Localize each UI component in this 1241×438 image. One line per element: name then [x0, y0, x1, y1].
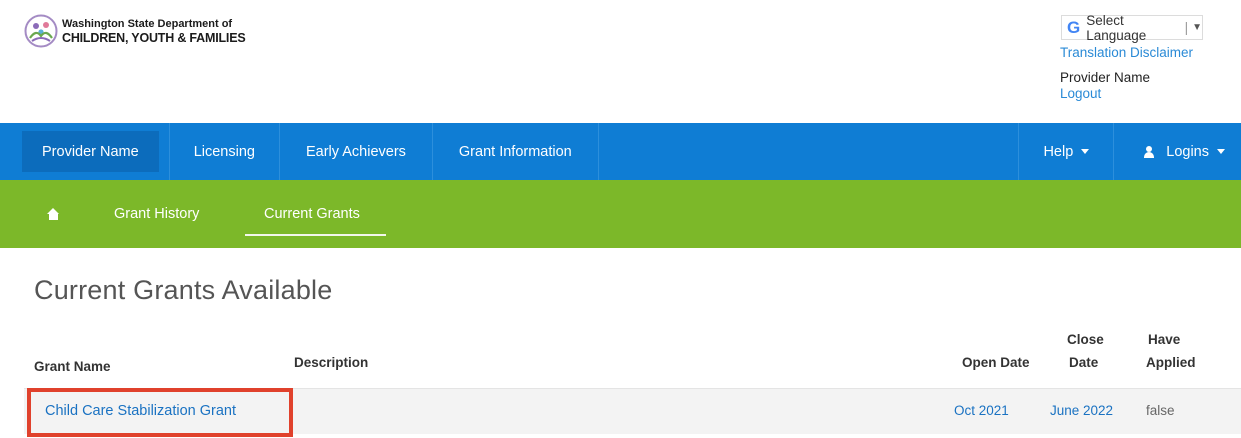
col-header-close-date-line1: Close	[1067, 332, 1104, 347]
translation-disclaimer-link[interactable]: Translation Disclaimer	[1060, 45, 1193, 60]
language-select-label: Select Language	[1086, 12, 1147, 43]
provider-name-label: Provider Name	[1060, 70, 1151, 85]
caret-down-icon	[1217, 149, 1225, 154]
active-tab-underline	[245, 234, 386, 236]
col-header-open-date: Open Date	[962, 355, 1030, 370]
nav-logins-dropdown[interactable]: Logins	[1114, 123, 1241, 180]
col-header-grant-name: Grant Name	[34, 359, 111, 374]
language-select[interactable]: G Select Language | ▼	[1061, 12, 1203, 43]
grant-open-date: Oct 2021	[954, 403, 1009, 418]
sub-nav: Grant History Current Grants	[0, 180, 1241, 248]
subnav-grant-history[interactable]: Grant History	[114, 180, 199, 248]
nav-help-label: Help	[1043, 143, 1074, 160]
subnav-current-grants[interactable]: Current Grants	[264, 180, 360, 248]
nav-item-licensing[interactable]: Licensing	[170, 123, 280, 180]
logout-link[interactable]: Logout	[1060, 86, 1101, 101]
agency-logo[interactable]: Washington State Department of CHILDREN,…	[24, 14, 246, 48]
highlight-box	[27, 388, 293, 437]
agency-name-line2: CHILDREN, YOUTH & FAMILIES	[62, 31, 246, 45]
nav-logins-label: Logins	[1166, 143, 1209, 160]
agency-name-line1: Washington State Department of	[62, 18, 233, 30]
grant-close-date: June 2022	[1050, 403, 1114, 418]
col-header-have-applied-line1: Have	[1148, 332, 1181, 347]
dcyf-logo-icon	[24, 14, 58, 48]
main-nav: Provider Name Licensing Early Achievers …	[0, 123, 1241, 180]
nav-help-dropdown[interactable]: Help	[1019, 123, 1115, 180]
google-icon: G	[1067, 17, 1081, 37]
user-icon	[1144, 145, 1155, 158]
nav-item-early-achievers[interactable]: Early Achievers	[280, 123, 433, 180]
page-title: Current Grants Available	[34, 275, 333, 305]
grant-have-applied: false	[1146, 403, 1175, 418]
nav-item-grant-information[interactable]: Grant Information	[433, 123, 599, 180]
nav-item-provider-name[interactable]: Provider Name	[22, 131, 159, 172]
nav-spacer	[599, 123, 1020, 180]
col-header-have-applied-line2: Applied	[1146, 355, 1196, 370]
language-select-divider: |	[1184, 20, 1189, 35]
chevron-down-icon: ▼	[1192, 22, 1202, 33]
caret-down-icon	[1081, 149, 1090, 154]
home-link[interactable]	[47, 180, 60, 248]
col-header-description: Description	[294, 355, 369, 370]
home-icon	[47, 208, 60, 220]
col-header-close-date-line2: Date	[1069, 355, 1099, 370]
